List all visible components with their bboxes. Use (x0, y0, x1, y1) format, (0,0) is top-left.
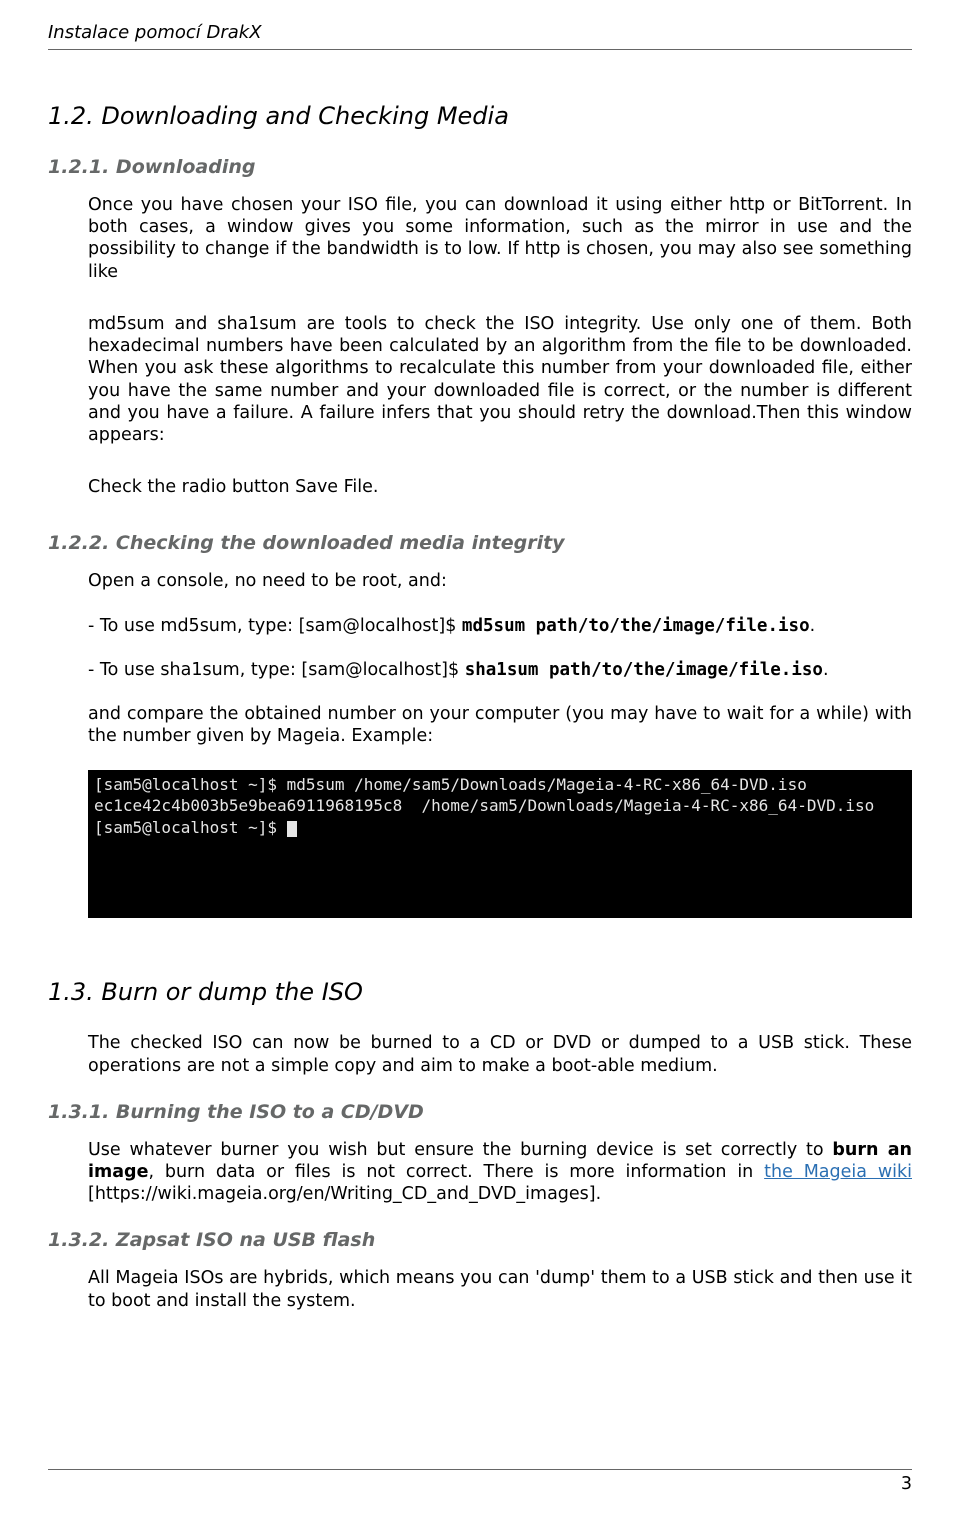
section-1-3-1-body: Use whatever burner you wish but ensure … (48, 1139, 912, 1206)
footer-rule (48, 1469, 912, 1470)
para-md5sum: - To use md5sum, type: [sam@localhost]$ … (88, 615, 912, 637)
page-header: Instalace pomocí DrakX (48, 22, 912, 50)
para-1-2-1-c: Check the radio button Save File. (88, 476, 912, 498)
para-compare: and compare the obtained number on your … (88, 703, 912, 747)
md5-post: . (810, 616, 816, 636)
heading-1-2-2: 1.2.2. Checking the downloaded media int… (48, 532, 912, 554)
terminal-output: [sam5@localhost ~]$ md5sum /home/sam5/Do… (88, 770, 912, 919)
para-open-console: Open a console, no need to be root, and: (88, 570, 912, 592)
header-title: Instalace pomocí DrakX (48, 22, 912, 43)
terminal-cursor-icon (287, 821, 297, 837)
mageia-wiki-link[interactable]: the Mageia wiki (764, 1162, 912, 1182)
document-page: Instalace pomocí DrakX 1.2. Downloading … (0, 0, 960, 1514)
para-1-3-intro: The checked ISO can now be burned to a C… (88, 1032, 912, 1076)
md5-command: md5sum path/to/the/image/file.iso (462, 616, 810, 636)
header-rule (48, 49, 912, 50)
page-footer: 3 (48, 1469, 912, 1494)
md5-pre: - To use md5sum, type: [sam@localhost]$ (88, 616, 462, 636)
para-1-2-1-a: Once you have chosen your ISO file, you … (88, 194, 912, 283)
burn-pre: Use whatever burner you wish but ensure … (88, 1140, 832, 1160)
section-1-3-intro: The checked ISO can now be burned to a C… (48, 1032, 912, 1076)
terminal-text: [sam5@localhost ~]$ md5sum /home/sam5/Do… (94, 775, 874, 837)
para-sha1sum: - To use sha1sum, type: [sam@localhost]$… (88, 659, 912, 681)
heading-1-3: 1.3. Burn or dump the ISO (48, 978, 912, 1006)
sha-command: sha1sum path/to/the/image/file.iso (465, 660, 823, 680)
para-1-2-1-b: md5sum and sha1sum are tools to check th… (88, 313, 912, 446)
para-1-3-1: Use whatever burner you wish but ensure … (88, 1139, 912, 1206)
burn-post: [https://wiki.mageia.org/en/Writing_CD_a… (88, 1184, 601, 1204)
section-1-3-2-body: All Mageia ISOs are hybrids, which means… (48, 1267, 912, 1311)
heading-1-3-1: 1.3.1. Burning the ISO to a CD/DVD (48, 1101, 912, 1123)
heading-1-2-1: 1.2.1. Downloading (48, 156, 912, 178)
sha-post: . (823, 660, 829, 680)
section-1-2-1-body: Once you have chosen your ISO file, you … (48, 194, 912, 498)
page-number: 3 (48, 1474, 912, 1494)
heading-1-2: 1.2. Downloading and Checking Media (48, 102, 912, 130)
section-1-2-2-body: Open a console, no need to be root, and:… (48, 570, 912, 918)
burn-mid: , burn data or files is not correct. The… (148, 1162, 764, 1182)
heading-1-3-2: 1.3.2. Zapsat ISO na USB flash (48, 1229, 912, 1251)
sha-pre: - To use sha1sum, type: [sam@localhost]$ (88, 660, 465, 680)
para-1-3-2: All Mageia ISOs are hybrids, which means… (88, 1267, 912, 1311)
